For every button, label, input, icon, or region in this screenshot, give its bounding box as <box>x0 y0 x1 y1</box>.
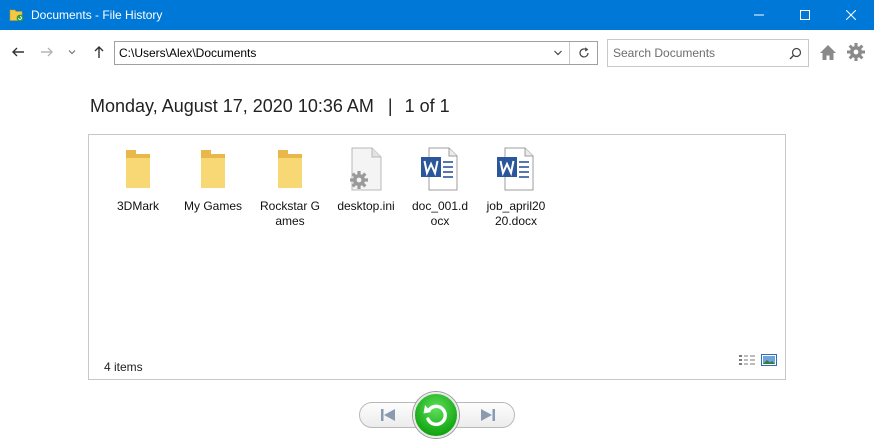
up-button[interactable] <box>89 42 109 62</box>
status-item-count: 4 items <box>104 360 143 374</box>
file-item-job-april2020[interactable]: job_april2020.docx <box>486 145 546 229</box>
minimize-button[interactable] <box>736 0 782 30</box>
refresh-button[interactable] <box>569 42 597 64</box>
recent-locations-button[interactable] <box>62 42 82 62</box>
close-button[interactable] <box>828 0 874 30</box>
search-input[interactable] <box>608 46 782 60</box>
arrow-up-icon <box>94 46 104 58</box>
snapshot-date: Monday, August 17, 2020 10:36 AM <box>90 96 374 116</box>
word-document-icon <box>421 147 458 191</box>
folder-icon <box>126 150 150 188</box>
file-name: 3DMark <box>116 199 159 213</box>
large-icons-view-button[interactable] <box>761 353 777 371</box>
large-icons-view-icon <box>761 354 777 366</box>
file-name: doc_001.docx <box>411 199 469 228</box>
maximize-icon <box>800 10 810 20</box>
close-icon <box>846 10 856 20</box>
file-name: desktop.ini <box>337 199 395 213</box>
file-name: My Games <box>183 199 242 213</box>
arrow-left-icon <box>12 47 24 57</box>
settings-file-icon <box>350 147 382 191</box>
restore-button[interactable] <box>413 392 459 438</box>
file-name: job_april2020.docx <box>486 199 546 228</box>
title-bar: Documents - File History <box>0 0 874 30</box>
back-button[interactable] <box>8 42 28 62</box>
address-bar[interactable]: C:\Users\Alex\Documents <box>114 41 598 65</box>
header-separator: | <box>387 96 393 116</box>
chevron-down-icon <box>68 50 76 55</box>
search-box[interactable] <box>607 39 809 67</box>
details-view-icon <box>739 355 755 365</box>
search-button[interactable] <box>782 47 808 60</box>
folder-icon <box>201 150 225 188</box>
address-dropdown-button[interactable] <box>547 42 569 64</box>
folder-icon <box>278 150 302 188</box>
skip-next-icon <box>481 409 495 421</box>
arrow-right-icon <box>41 47 53 57</box>
chevron-down-icon <box>554 50 562 56</box>
gear-icon <box>847 43 865 61</box>
home-button[interactable] <box>818 43 838 63</box>
details-view-button[interactable] <box>739 353 755 371</box>
file-history-app-icon <box>9 7 25 23</box>
file-list-panel: 3DMark My Games Rockstar Games desktop.i… <box>88 134 786 380</box>
window-title: Documents - File History <box>31 8 163 22</box>
navigation-bar: C:\Users\Alex\Documents <box>0 36 874 68</box>
file-name: Rockstar Games <box>260 199 321 228</box>
skip-previous-icon <box>381 409 395 421</box>
home-icon <box>820 45 836 60</box>
file-item-doc-001[interactable]: doc_001.docx <box>410 145 470 229</box>
file-item-my-games[interactable]: My Games <box>183 145 243 214</box>
playback-controls <box>359 392 515 438</box>
address-path[interactable]: C:\Users\Alex\Documents <box>115 46 547 60</box>
file-item-rockstar-games[interactable]: Rockstar Games <box>260 145 320 229</box>
page-info: 1 of 1 <box>404 96 450 116</box>
settings-button[interactable] <box>846 42 866 62</box>
forward-button[interactable] <box>37 42 57 62</box>
file-item-desktop-ini[interactable]: desktop.ini <box>336 145 396 214</box>
file-item-3dmark[interactable]: 3DMark <box>108 145 168 214</box>
snapshot-date-header: Monday, August 17, 2020 10:36 AM | 1 of 1 <box>90 96 450 117</box>
search-icon <box>789 47 801 59</box>
word-document-icon <box>497 147 534 191</box>
maximize-button[interactable] <box>782 0 828 30</box>
minimize-icon <box>754 14 764 16</box>
refresh-icon <box>578 47 589 58</box>
restore-icon <box>423 404 447 427</box>
